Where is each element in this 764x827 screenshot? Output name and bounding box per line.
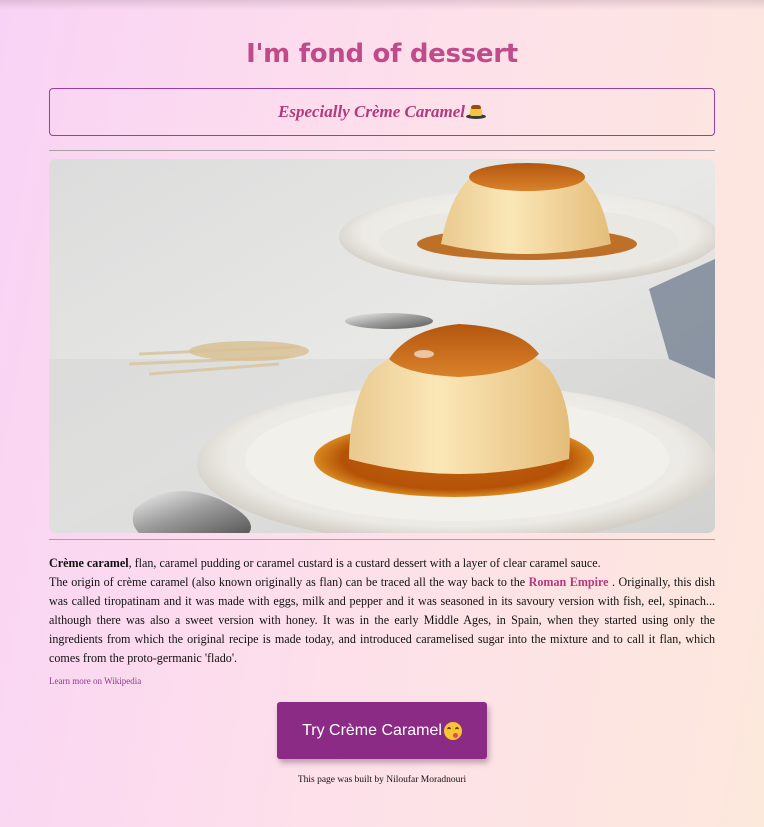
try-creme-caramel-button[interactable]: Try Crème Caramel [277,702,487,759]
description: Crème caramel, flan, caramel pudding or … [49,554,715,668]
cta-wrapper: Try Crème Caramel [49,702,715,759]
page-title: I'm fond of dessert [246,39,518,69]
description-term: Crème caramel [49,556,129,570]
yum-face-icon [443,721,462,740]
creme-caramel-image [49,159,715,533]
flan-icon [465,103,486,119]
subtitle-box: Especially Crème Caramel [49,88,715,136]
description-history: The origin of crème caramel (also known … [49,575,529,589]
subtitle: Especially Crème Caramel [278,102,486,122]
subtitle-text: Especially Crème Caramel [278,102,465,121]
cta-label: Try Crème Caramel [302,721,442,739]
wikipedia-link[interactable]: Learn more on Wikipedia [49,676,715,686]
divider-bottom [49,539,715,540]
description-intro: , flan, caramel pudding or caramel custa… [128,556,601,570]
roman-empire-link[interactable]: Roman Empire [529,575,609,589]
footer-credit: This page was built by Niloufar Moradnou… [297,775,467,785]
page-container: I'm fond of dessert Especially Crème Car… [49,0,715,785]
divider-top [49,150,715,151]
